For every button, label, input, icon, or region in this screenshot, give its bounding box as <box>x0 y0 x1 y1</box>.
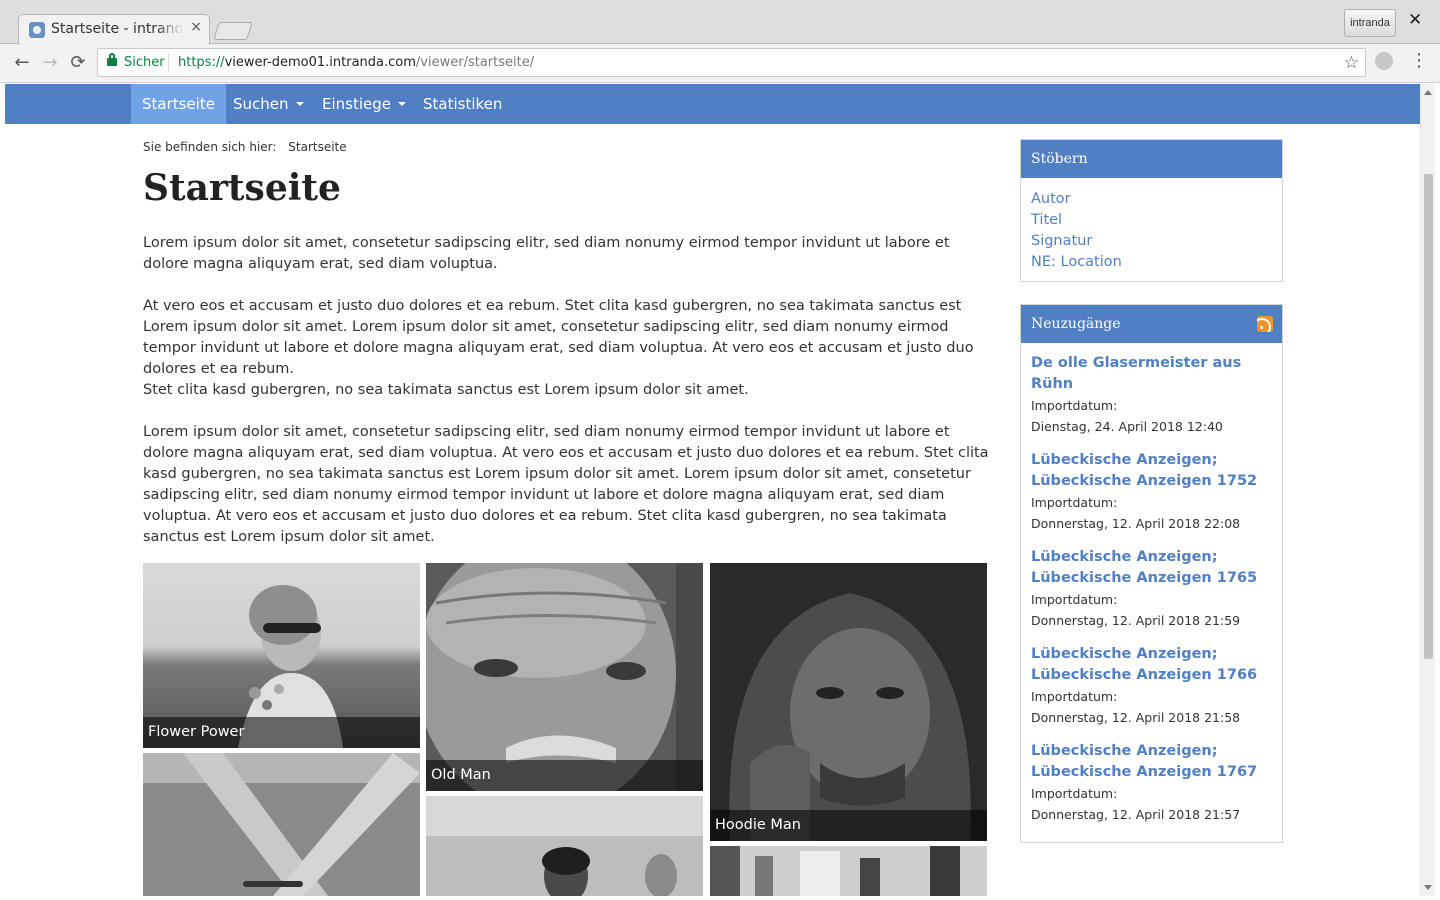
nav-startseite[interactable]: Startseite <box>131 84 226 124</box>
browser-toolbar: ← → ⟳ Sicher https://viewer-demo01.intra… <box>0 45 1440 83</box>
browse-widget: Stöbern Autor Titel Signatur NE: Locatio… <box>1020 139 1283 282</box>
profile-button[interactable]: intranda <box>1344 9 1396 37</box>
entry-date: Donnerstag, 12. April 2018 22:08 <box>1031 516 1241 531</box>
address-bar[interactable]: Sicher https://viewer-demo01.intranda.co… <box>97 48 1366 77</box>
browse-widget-title: Stöbern <box>1021 140 1282 178</box>
entry-date: Dienstag, 24. April 2018 12:40 <box>1031 419 1223 434</box>
page-title: Startseite <box>143 167 341 209</box>
entry-label: Importdatum: <box>1031 592 1118 607</box>
nav-einstiege[interactable]: Einstiege <box>311 84 417 124</box>
entry-label: Importdatum: <box>1031 495 1118 510</box>
list-item: De olle Glasermeister aus Rühn Importdat… <box>1031 353 1272 437</box>
browse-link-signatur[interactable]: Signatur <box>1031 231 1272 252</box>
paragraph: At vero eos et accusam et justo duo dolo… <box>143 298 974 377</box>
gallery-tile-old-man[interactable]: Old Man <box>426 563 703 791</box>
entry-title-link[interactable]: Lübeckische Anzeigen; Lübeckische Anzeig… <box>1031 741 1272 783</box>
main-navbar: Startseite Suchen Einstiege Statistiken <box>5 84 1420 124</box>
nav-label: Startseite <box>142 95 215 113</box>
browse-link-location[interactable]: NE: Location <box>1031 252 1272 273</box>
gallery-tile[interactable] <box>710 846 987 896</box>
entry-date: Donnerstag, 12. April 2018 21:58 <box>1031 710 1241 725</box>
arms-image <box>143 753 420 896</box>
new-items-list: De olle Glasermeister aus Rühn Importdat… <box>1021 343 1282 842</box>
entry-title-link[interactable]: De olle Glasermeister aus Rühn <box>1031 353 1272 395</box>
tab-strip: Startseite - intranda × intranda ✕ <box>0 0 1440 45</box>
entry-label: Importdatum: <box>1031 786 1118 801</box>
list-item: Lübeckische Anzeigen; Lübeckische Anzeig… <box>1031 450 1272 534</box>
browse-link-autor[interactable]: Autor <box>1031 189 1272 210</box>
window-close-icon[interactable]: ✕ <box>1408 10 1422 30</box>
page-scrollbar[interactable] <box>1420 84 1435 896</box>
bookmark-star-icon[interactable]: ☆ <box>1344 53 1359 73</box>
tile-caption: Flower Power <box>143 717 420 748</box>
new-items-widget: Neuzugänge De olle Glasermeister aus Rüh… <box>1020 304 1283 843</box>
tile-caption: Hoodie Man <box>710 810 987 841</box>
nav-label: Statistiken <box>423 95 503 113</box>
tab-close-icon[interactable]: × <box>190 19 202 35</box>
list-item: Lübeckische Anzeigen; Lübeckische Anzeig… <box>1031 741 1272 825</box>
gallery-tile[interactable] <box>426 796 703 896</box>
list-item: Lübeckische Anzeigen; Lübeckische Anzeig… <box>1031 547 1272 631</box>
boy-image <box>426 796 703 896</box>
caret-down-icon <box>295 102 304 106</box>
breadcrumb-prefix: Sie befinden sich hier: <box>143 140 277 154</box>
browser-menu-icon[interactable]: ⋮ <box>1410 51 1428 71</box>
old-man-image <box>426 563 703 791</box>
url-scheme: https:// <box>178 55 225 70</box>
list-item: Lübeckische Anzeigen; Lübeckische Anzeig… <box>1031 644 1272 728</box>
url-text[interactable]: https://viewer-demo01.intranda.com/viewe… <box>178 55 534 70</box>
browser-tab[interactable]: Startseite - intranda × <box>18 14 210 45</box>
hoodie-man-image <box>710 563 987 841</box>
paragraph: Lorem ipsum dolor sit amet, consetetur s… <box>143 235 950 272</box>
tab-title: Startseite - intranda <box>51 21 183 37</box>
crowd-image <box>710 846 987 896</box>
scroll-thumb[interactable] <box>1424 174 1433 659</box>
forward-arrow-icon[interactable]: → <box>36 49 64 77</box>
browse-list: Autor Titel Signatur NE: Location <box>1021 178 1282 281</box>
paragraph: Stet clita kasd gubergren, no sea takima… <box>143 382 749 398</box>
entry-label: Importdatum: <box>1031 398 1118 413</box>
breadcrumb: Sie befinden sich hier: Startseite <box>143 140 347 154</box>
gallery-tile-hoodie-man[interactable]: Hoodie Man <box>710 563 987 841</box>
tile-caption: Old Man <box>426 760 703 791</box>
new-items-widget-header: Neuzugänge <box>1021 305 1282 343</box>
scroll-down-icon[interactable] <box>1424 885 1432 890</box>
page-viewport: Startseite Suchen Einstiege Statistiken … <box>5 84 1420 896</box>
entry-label: Importdatum: <box>1031 689 1118 704</box>
caret-down-icon <box>398 102 406 106</box>
new-items-widget-title: Neuzugänge <box>1031 316 1121 332</box>
entry-date: Donnerstag, 12. April 2018 21:57 <box>1031 807 1241 822</box>
scroll-up-icon[interactable] <box>1424 90 1432 95</box>
nav-suchen[interactable]: Suchen <box>222 84 315 124</box>
entry-date: Donnerstag, 12. April 2018 21:59 <box>1031 613 1241 628</box>
new-tab-button[interactable] <box>213 22 253 40</box>
favicon-icon <box>29 22 45 38</box>
nav-label: Einstiege <box>322 95 391 113</box>
lock-icon <box>107 53 117 66</box>
rss-icon[interactable] <box>1257 316 1273 332</box>
gallery-tile-flower-power[interactable]: Flower Power <box>143 563 420 748</box>
nav-statistiken[interactable]: Statistiken <box>412 84 513 124</box>
extension-icon[interactable] <box>1375 52 1393 70</box>
browser-chrome: Startseite - intranda × intranda ✕ ← → ⟳… <box>0 0 1440 83</box>
url-path: /viewer/startseite/ <box>415 55 535 70</box>
url-host: viewer-demo01.intranda.com <box>224 55 416 70</box>
nav-label: Suchen <box>233 95 289 113</box>
browse-link-titel[interactable]: Titel <box>1031 210 1272 231</box>
gallery-tile[interactable] <box>143 753 420 896</box>
url-separator <box>168 53 169 72</box>
entry-title-link[interactable]: Lübeckische Anzeigen; Lübeckische Anzeig… <box>1031 450 1272 492</box>
reload-icon[interactable]: ⟳ <box>64 49 92 77</box>
secure-label: Sicher <box>124 55 165 70</box>
breadcrumb-current[interactable]: Startseite <box>288 140 346 154</box>
back-arrow-icon[interactable]: ← <box>8 49 36 77</box>
entry-title-link[interactable]: Lübeckische Anzeigen; Lübeckische Anzeig… <box>1031 547 1272 589</box>
paragraph: Lorem ipsum dolor sit amet, consetetur s… <box>143 424 989 545</box>
entry-title-link[interactable]: Lübeckische Anzeigen; Lübeckische Anzeig… <box>1031 644 1272 686</box>
